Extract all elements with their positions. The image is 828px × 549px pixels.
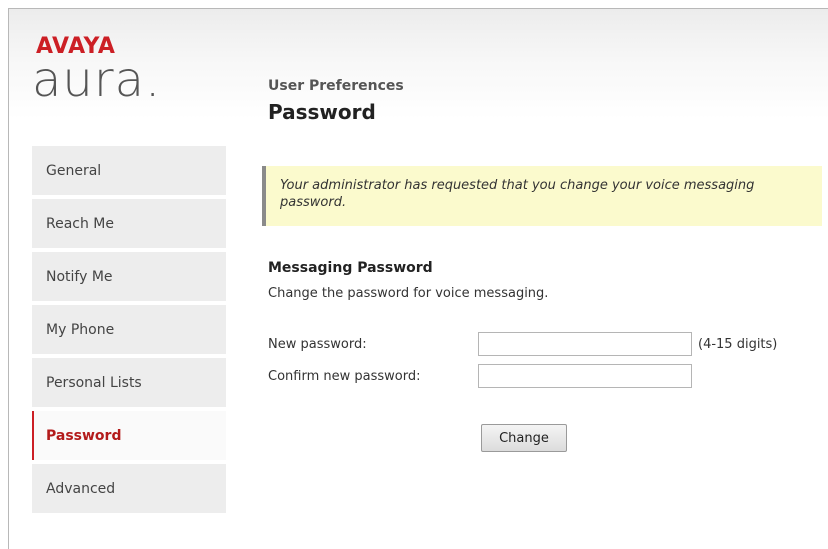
sidebar-item-password[interactable]: Password	[32, 411, 226, 460]
confirm-password-label: Confirm new password:	[268, 368, 421, 384]
new-password-input[interactable]	[478, 332, 692, 356]
messaging-password-description: Change the password for voice messaging.	[268, 286, 549, 301]
new-password-label: New password:	[268, 336, 367, 352]
change-button[interactable]: Change	[481, 424, 567, 452]
logo-product-text: aura	[32, 52, 145, 108]
sidebar-item-label: Reach Me	[46, 215, 115, 232]
sidebar-item-personal-lists[interactable]: Personal Lists	[32, 358, 226, 407]
new-password-hint: (4-15 digits)	[698, 336, 778, 352]
admin-notice-text: Your administrator has requested that yo…	[280, 178, 755, 210]
confirm-password-row: Confirm new password:	[268, 364, 692, 388]
page-title: Password	[268, 100, 376, 124]
main-content: User Preferences Password Your administr…	[262, 78, 828, 452]
sidebar-item-label: Personal Lists	[46, 374, 142, 391]
avaya-aura-logo: AVAYA aura.	[32, 36, 161, 105]
section-label: User Preferences	[268, 78, 404, 94]
messaging-password-heading: Messaging Password	[268, 260, 433, 276]
sidebar-item-general[interactable]: General	[32, 146, 226, 195]
sidebar-item-my-phone[interactable]: My Phone	[32, 305, 226, 354]
new-password-row: New password: (4-15 digits)	[268, 332, 777, 356]
logo-product: aura.	[32, 56, 161, 104]
sidebar-item-reach-me[interactable]: Reach Me	[32, 199, 226, 248]
sidebar-item-label: Password	[46, 427, 122, 444]
sidebar-item-label: My Phone	[46, 321, 115, 338]
sidebar-item-label: Notify Me	[46, 268, 113, 285]
sidebar-item-notify-me[interactable]: Notify Me	[32, 252, 226, 301]
sidebar-item-label: General	[46, 162, 102, 179]
confirm-password-input[interactable]	[478, 364, 692, 388]
logo-product-dot: .	[144, 52, 162, 108]
sidebar-nav: General Reach Me Notify Me My Phone Pers…	[32, 146, 226, 517]
admin-notice: Your administrator has requested that yo…	[262, 166, 822, 226]
sidebar-item-label: Advanced	[46, 480, 116, 497]
sidebar-item-advanced[interactable]: Advanced	[32, 464, 226, 513]
